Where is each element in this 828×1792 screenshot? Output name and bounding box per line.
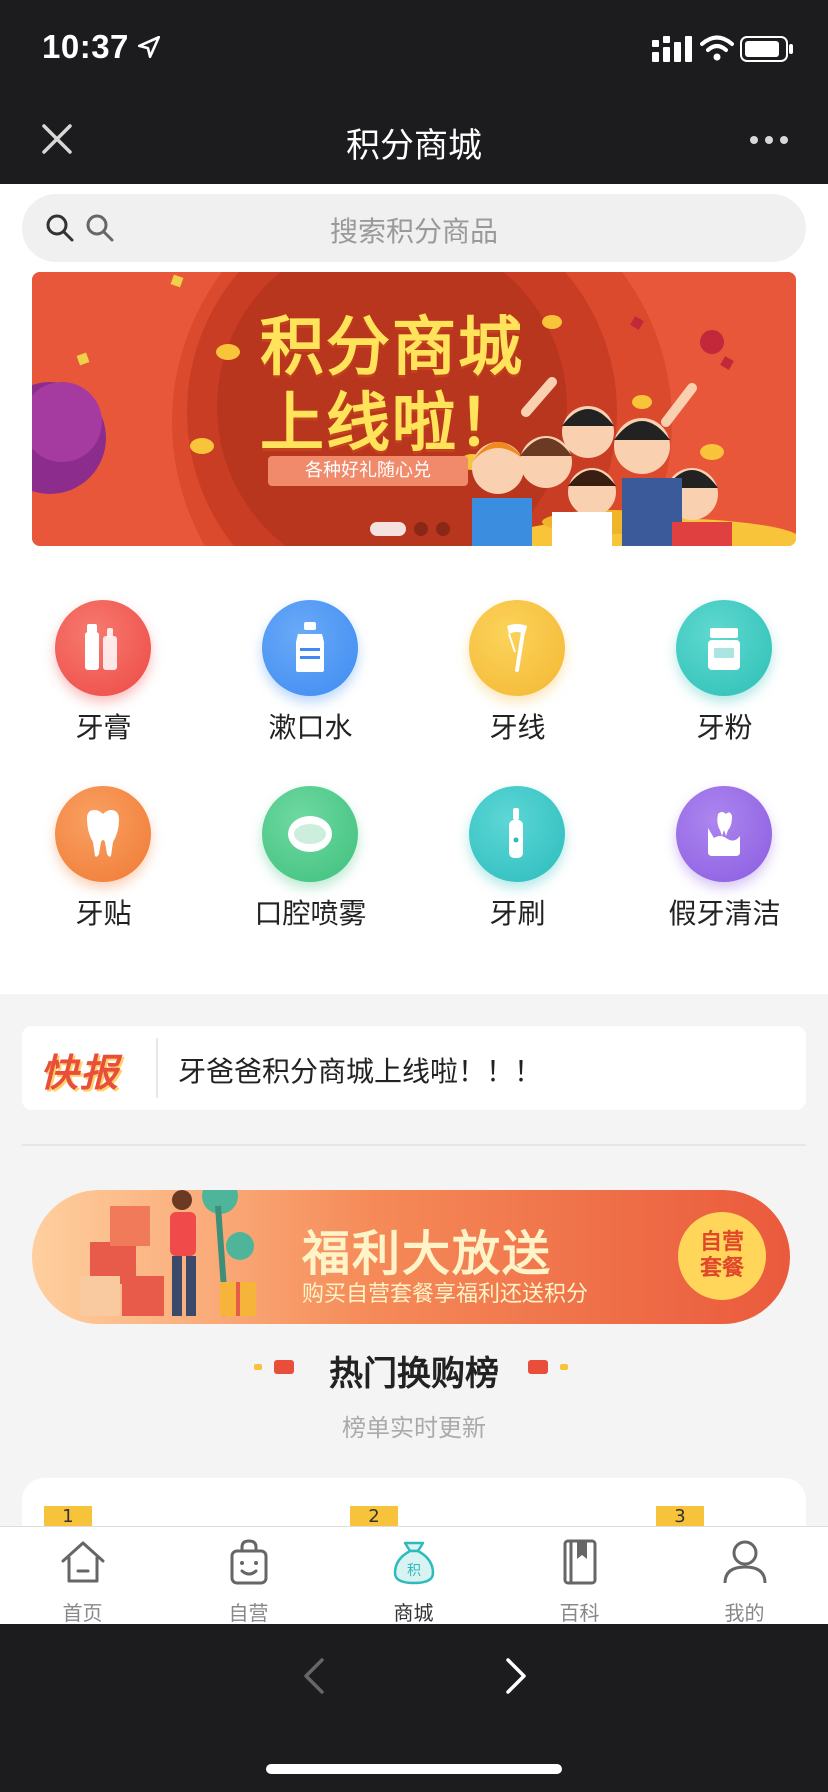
points-bag-icon: 积	[393, 1541, 435, 1585]
carousel-dot[interactable]	[414, 522, 428, 536]
tab-label: 我的	[724, 1601, 765, 1625]
more-icon[interactable]	[744, 120, 794, 160]
oral-spray-icon	[288, 816, 332, 852]
category-circle	[262, 600, 358, 696]
news-ticker[interactable]: 快报 牙爸爸积分商城上线啦！！！	[22, 1026, 806, 1110]
back-arrow-icon[interactable]	[294, 1654, 334, 1698]
tab-label: 百科	[559, 1601, 600, 1625]
category-circle	[676, 786, 772, 882]
category-circle	[469, 600, 565, 696]
status-time: 10:37	[42, 28, 129, 65]
category-circle	[55, 600, 151, 696]
carousel-dot-active[interactable]	[370, 522, 406, 536]
promo-illustration	[80, 1190, 256, 1317]
wifi-icon	[700, 35, 734, 61]
toothpaste-icon	[85, 624, 117, 670]
category-label: 牙粉	[696, 711, 753, 744]
category-mouthwash[interactable]: 漱口水	[207, 600, 414, 780]
news-divider	[156, 1038, 158, 1098]
browser-toolbar	[0, 1624, 828, 1792]
category-toothbrush[interactable]: 牙刷	[414, 786, 621, 966]
category-circle	[262, 786, 358, 882]
tooth-powder-icon	[708, 628, 740, 670]
category-label: 牙刷	[489, 897, 546, 930]
rank-badge: 1	[44, 1506, 92, 1526]
category-label: 牙膏	[75, 711, 132, 744]
tab-profile[interactable]: 我的	[662, 1527, 827, 1625]
divider	[22, 1144, 806, 1146]
forward-arrow-icon[interactable]	[496, 1654, 536, 1698]
category-floss[interactable]: 牙线	[414, 600, 621, 780]
toothbrush-icon	[509, 808, 523, 858]
mouthwash-icon	[296, 622, 324, 672]
promo-banner-carousel[interactable]: 积分商城 上线啦！ 各种好礼随心兑	[32, 272, 796, 546]
tab-label: 首页	[62, 1601, 103, 1625]
category-toothpaste[interactable]: 牙膏	[0, 600, 207, 780]
category-oral-spray[interactable]: 口腔喷雾	[207, 786, 414, 966]
points-badge-text: 积	[407, 1563, 421, 1579]
tab-label: 商城	[393, 1601, 434, 1625]
tab-label: 自营	[228, 1601, 269, 1625]
title-decoration-right	[528, 1360, 568, 1374]
promo-badge[interactable]: 自营 套餐	[678, 1212, 766, 1300]
page-title: 积分商城	[346, 126, 482, 166]
tab-home[interactable]: 首页	[0, 1527, 165, 1625]
category-circle	[469, 786, 565, 882]
denture-clean-icon	[708, 812, 740, 856]
promo-badge-line2: 套餐	[699, 1256, 744, 1281]
category-circle	[55, 786, 151, 882]
category-label: 口腔喷雾	[254, 897, 367, 930]
bottom-tab-bar: 首页 自营 积 商城 百科 我的	[0, 1526, 828, 1625]
category-tooth-powder[interactable]: 牙粉	[621, 600, 828, 780]
carousel-dot[interactable]	[436, 522, 450, 536]
shopping-bag-icon	[230, 1539, 268, 1585]
home-indicator[interactable]	[266, 1764, 562, 1774]
category-label: 牙贴	[75, 897, 132, 930]
nav-bar: 积分商城	[0, 96, 828, 184]
promo-title: 福利大放送	[302, 1226, 553, 1282]
category-circle	[676, 600, 772, 696]
promo-badge-line1: 自营	[699, 1230, 744, 1255]
home-icon	[61, 1541, 105, 1583]
location-arrow-icon	[137, 35, 161, 59]
user-icon	[723, 1540, 767, 1584]
tab-self-operated[interactable]: 自营	[166, 1527, 331, 1625]
category-label: 漱口水	[268, 711, 353, 744]
category-label: 牙线	[489, 711, 546, 744]
rank-badge: 3	[656, 1506, 704, 1526]
promo-subtitle: 购买自营套餐享福利还送积分	[302, 1282, 589, 1307]
search-placeholder: 搜索积分商品	[329, 215, 498, 248]
category-denture-clean[interactable]: 假牙清洁	[621, 786, 828, 966]
tab-mall[interactable]: 积 商城	[331, 1527, 496, 1625]
tab-encyclopedia[interactable]: 百科	[497, 1527, 662, 1625]
tooth-icon	[87, 810, 119, 857]
hot-ranking-subtitle: 榜单实时更新	[342, 1414, 486, 1442]
category-tooth-strip[interactable]: 牙贴	[0, 786, 207, 966]
book-icon	[563, 1539, 597, 1585]
banner-title-line2: 上线啦！	[260, 387, 524, 461]
news-text: 牙爸爸积分商城上线啦！！！	[178, 1055, 543, 1088]
hot-ranking-title: 热门换购榜	[329, 1354, 499, 1394]
welfare-promo-banner[interactable]: 福利大放送 购买自营套餐享福利还送积分 自营 套餐	[32, 1190, 790, 1324]
rank-badge: 2	[350, 1506, 398, 1526]
mall-page: 搜索积分商品 积分商城 上线啦！ 各种好礼随心兑 牙膏 漱口水 牙线 牙粉 牙贴…	[0, 184, 828, 1526]
news-tag: 快报	[40, 1051, 121, 1095]
banner-subtitle: 各种好礼随心兑	[268, 456, 468, 486]
battery-icon	[740, 36, 793, 62]
search-bar[interactable]: 搜索积分商品	[22, 194, 806, 262]
category-label: 假牙清洁	[668, 897, 781, 930]
status-bar: 10:37	[0, 0, 828, 96]
floss-icon	[507, 624, 527, 672]
cellular-signal-icon	[652, 36, 692, 62]
